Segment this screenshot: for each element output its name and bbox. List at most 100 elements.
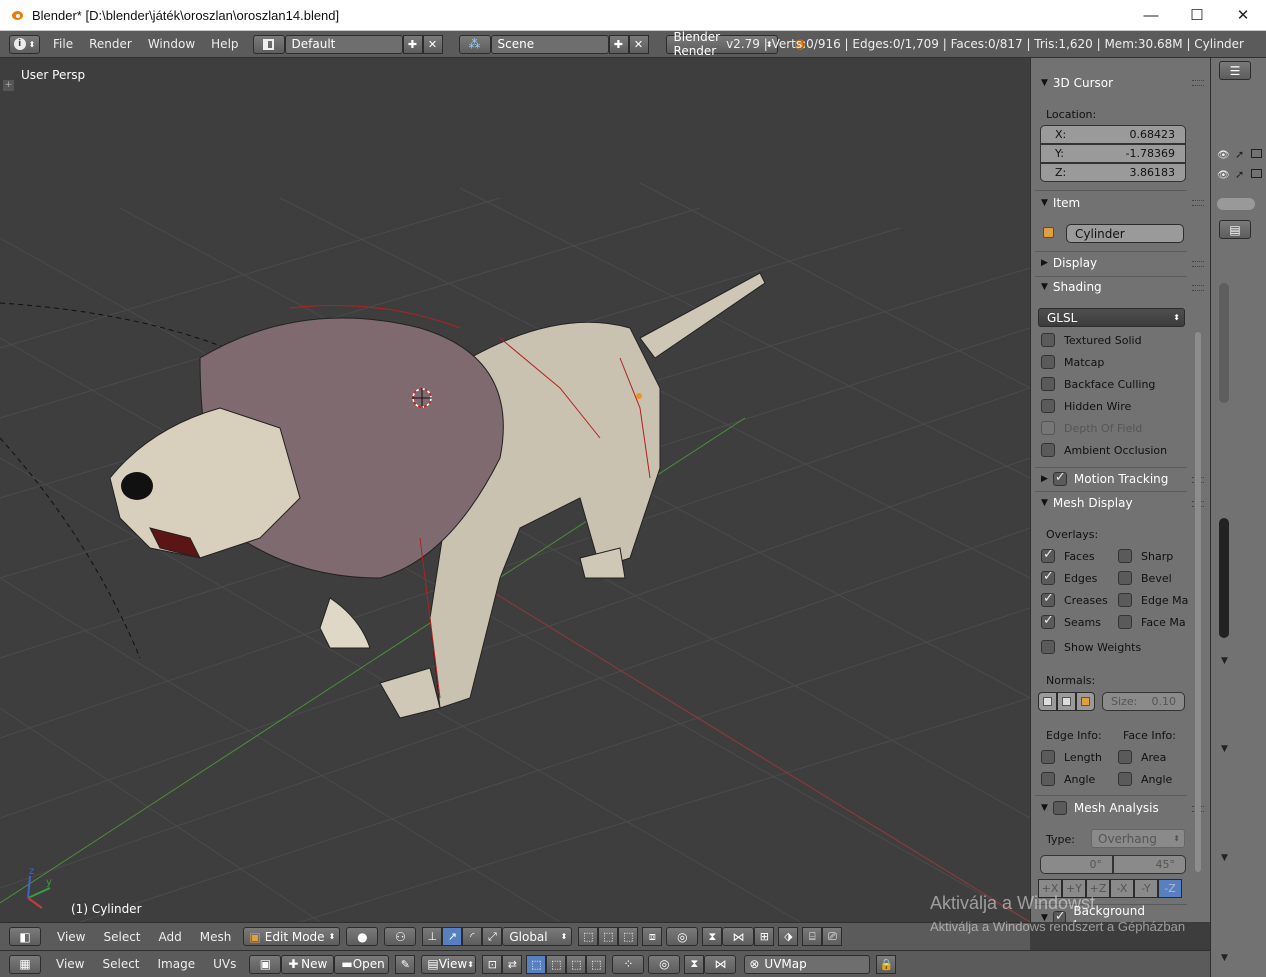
checkbox[interactable] (1118, 615, 1132, 629)
snap-target-icon[interactable]: ⊞ (754, 927, 775, 946)
minimize-button[interactable]: — (1128, 0, 1174, 30)
analysis-type-select[interactable]: Overhang ⬍ (1091, 829, 1185, 848)
analysis-min-field[interactable]: 0° (1040, 855, 1113, 874)
viewport-canvas[interactable]: y z (0, 58, 1030, 922)
properties-tabs[interactable] (1219, 518, 1229, 638)
uv-sticky-select[interactable]: ⁘ (612, 954, 645, 974)
uv-mode-select[interactable]: ▤ View ⬍ (421, 954, 477, 974)
rotate-manipulator-icon[interactable]: ◜ (462, 927, 483, 946)
scene-browse-button[interactable]: ⁂ (458, 34, 491, 54)
face-area-checkbox[interactable]: Area (1118, 747, 1166, 767)
select-arrow-icon[interactable]: ➚ (1235, 168, 1244, 181)
uv-menu-uvs[interactable]: UVs (204, 957, 245, 971)
transform-orientation-select[interactable]: Global ⬍ (502, 927, 573, 946)
checkbox[interactable] (1118, 593, 1132, 607)
menu-file[interactable]: File (45, 37, 81, 51)
open-image-button[interactable]: ▬ Open (334, 954, 390, 974)
maximize-button[interactable]: ☐ (1174, 0, 1220, 30)
checkbox[interactable] (1041, 333, 1055, 347)
render-camera-icon[interactable] (1251, 149, 1262, 158)
uv-island-select-icon[interactable]: ⬚ (586, 954, 607, 974)
outliner-scrollbar[interactable] (1217, 198, 1255, 210)
checkbox[interactable] (1041, 547, 1055, 563)
cursor-x-field[interactable]: X: 0.68423 (1040, 125, 1186, 144)
visibility-eye-icon[interactable]: 👁 (1217, 170, 1230, 181)
face-select-icon[interactable]: ⬚ (618, 927, 639, 946)
editor-type-info-button[interactable]: i ⬍ (9, 34, 40, 54)
analysis-max-field[interactable]: 45° (1113, 855, 1186, 874)
face-normals-icon[interactable] (1076, 692, 1095, 711)
panel-mesh-analysis-header[interactable]: ▼ Mesh Analysis (1035, 797, 1187, 819)
snap-element-select[interactable]: ⋈ (722, 927, 755, 946)
faces-checkbox[interactable]: Faces (1041, 546, 1095, 566)
mode-select[interactable]: ▣ Edit Mode ⬍ (243, 927, 341, 946)
scene-field[interactable]: Scene (490, 34, 609, 54)
checkbox[interactable] (1118, 571, 1132, 585)
limit-selection-icon[interactable]: ⧈ (642, 927, 663, 946)
menu-view[interactable]: View (48, 930, 94, 944)
editor-type-uv-button[interactable]: ▦ (9, 954, 41, 974)
checkbox[interactable] (1118, 549, 1132, 563)
pin-image-icon[interactable]: ✎ (395, 954, 416, 974)
checkbox[interactable] (1041, 640, 1055, 654)
motion-tracking-checkbox[interactable] (1052, 470, 1067, 486)
cursor-z-field[interactable]: Z: 3.86183 (1040, 163, 1186, 182)
editor-type-outliner-button[interactable]: ☰ (1219, 61, 1251, 80)
checkbox[interactable] (1041, 750, 1055, 764)
opengl-render-animation-icon[interactable]: ⎚ (822, 927, 843, 946)
vertex-select-icon[interactable]: ⬚ (578, 927, 599, 946)
edges-checkbox[interactable]: Edges (1041, 568, 1097, 588)
panel-motion-tracking-header[interactable]: ▶ Motion Tracking (1035, 468, 1187, 490)
uv-menu-image[interactable]: Image (149, 957, 205, 971)
new-image-button[interactable]: ✚ New (281, 954, 335, 974)
bevel-checkbox[interactable]: Bevel (1118, 568, 1172, 588)
normals-size-field[interactable]: Size: 0.10 (1102, 692, 1185, 711)
object-name-field[interactable]: Cylinder (1066, 224, 1184, 243)
select-arrow-icon[interactable]: ➚ (1235, 148, 1244, 161)
cursor-y-field[interactable]: Y: -1.78369 (1040, 144, 1186, 163)
checkbox[interactable] (1041, 421, 1055, 435)
toolshelf-expand-icon[interactable]: + (3, 80, 14, 91)
ambient-occlusion-checkbox[interactable]: Ambient Occlusion (1041, 440, 1167, 460)
show-weights-checkbox[interactable]: Show Weights (1041, 637, 1141, 657)
hidden-wire-checkbox[interactable]: Hidden Wire (1041, 396, 1131, 416)
3d-viewport[interactable]: y z User Persp (1) Cylinder + (0, 58, 1030, 922)
vertex-normals-icon[interactable] (1038, 692, 1057, 711)
depth-of-field-checkbox[interactable]: Depth Of Field (1041, 418, 1142, 438)
sharp-checkbox[interactable]: Sharp (1118, 546, 1173, 566)
remove-scene-icon[interactable]: ✕ (628, 34, 649, 54)
menu-add[interactable]: Add (150, 930, 191, 944)
checkbox[interactable] (1118, 772, 1132, 786)
uv-vertex-select-icon[interactable]: ⬚ (526, 954, 547, 974)
close-button[interactable]: ✕ (1220, 0, 1266, 30)
checkbox[interactable] (1041, 772, 1055, 786)
screen-layout-browse-button[interactable] (252, 34, 285, 54)
uv-sync-selection-icon[interactable]: ⇄ (502, 954, 523, 974)
uv-pivot-icon[interactable]: ⊡ (482, 954, 503, 974)
creases-checkbox[interactable]: Creases (1041, 590, 1108, 610)
menu-select[interactable]: Select (94, 930, 149, 944)
lion-mesh[interactable] (109, 272, 766, 719)
snap-toggle-icon[interactable]: ⧗ (702, 927, 723, 946)
remove-screen-icon[interactable]: ✕ (422, 34, 443, 54)
uv-face-select-icon[interactable]: ⬚ (566, 954, 587, 974)
checkbox[interactable] (1041, 355, 1055, 369)
checkbox[interactable] (1041, 443, 1055, 457)
uv-snap-icon[interactable]: ⧗ (684, 954, 705, 974)
add-scene-icon[interactable]: ✚ (608, 34, 629, 54)
checkbox[interactable] (1118, 750, 1132, 764)
render-camera-icon[interactable] (1251, 169, 1262, 178)
uv-edge-select-icon[interactable]: ⬚ (546, 954, 567, 974)
checkbox[interactable] (1041, 613, 1055, 629)
translate-manipulator-icon[interactable]: ↗ (442, 927, 463, 946)
editor-type-properties-button[interactable]: ▤ (1219, 220, 1251, 239)
shading-mode-select[interactable]: GLSL ⬍ (1038, 308, 1185, 327)
checkbox[interactable] (1041, 569, 1055, 585)
scale-manipulator-icon[interactable]: ⤢ (482, 927, 503, 946)
face-angle-checkbox[interactable]: Angle (1118, 769, 1172, 789)
checkbox[interactable] (1041, 399, 1055, 413)
checkbox[interactable] (1041, 377, 1055, 391)
checkbox[interactable] (1041, 591, 1055, 607)
panel-3d-cursor-header[interactable]: ▼ 3D Cursor (1035, 72, 1187, 94)
scrollbar-thumb[interactable] (1195, 332, 1201, 872)
